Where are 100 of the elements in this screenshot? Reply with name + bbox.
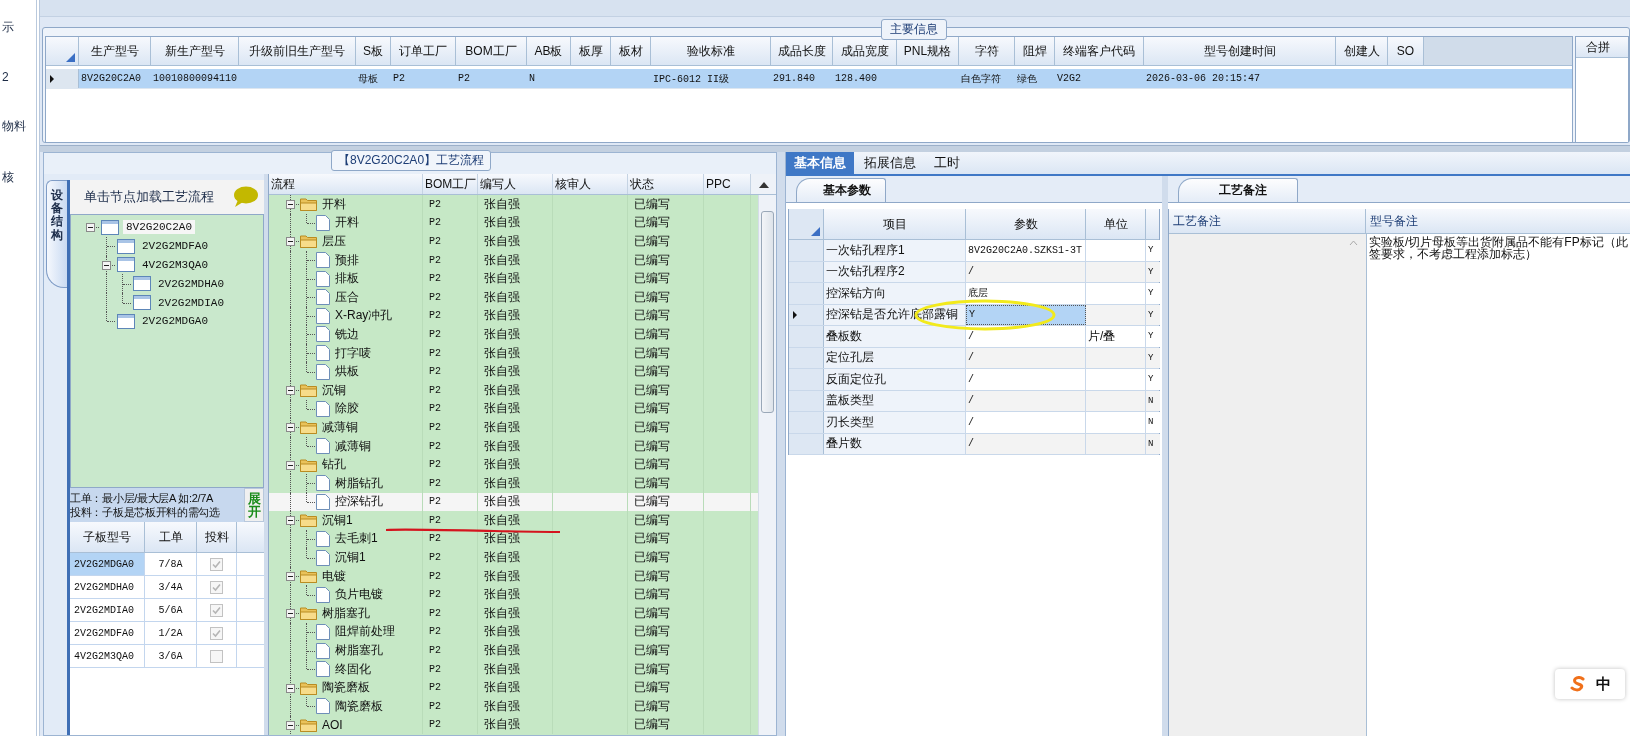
column-header[interactable]: 投料 <box>197 522 237 552</box>
tree-node[interactable]: 8V2G20C2A0 <box>123 220 195 235</box>
table-cell[interactable]: / <box>966 261 1086 282</box>
note-field[interactable] <box>1169 234 1367 736</box>
menu-item[interactable]: 核 <box>2 169 36 186</box>
process-row[interactable]: 控深钻孔 P2 张自强 已编写 <box>269 492 758 512</box>
column-header[interactable]: 流程 <box>269 174 423 194</box>
process-row[interactable]: 陶瓷磨板 P2 张自强 已编写 <box>269 697 758 716</box>
column-header[interactable]: 状态 <box>628 174 704 194</box>
tree-node[interactable]: 2V2G2MDFA0 <box>139 239 211 254</box>
tab[interactable]: 基本参数 <box>796 178 886 202</box>
table-cell[interactable]: / <box>966 369 1086 390</box>
table-cell[interactable]: 底层 <box>966 283 1086 304</box>
collapse-toggle[interactable] <box>286 423 295 433</box>
table-cell[interactable]: 4V2G2M3QA0 <box>70 645 145 667</box>
process-row[interactable]: 铣边 P2 张自强 已编写 <box>269 325 758 344</box>
column-header[interactable]: AB板 <box>527 37 571 65</box>
checkbox[interactable] <box>210 580 223 594</box>
table-cell[interactable]: / <box>966 412 1086 433</box>
column-header[interactable]: 订单工厂 <box>391 37 456 65</box>
table-cell[interactable]: / <box>966 433 1086 454</box>
param-row[interactable]: 反面定位孔 / Y <box>789 369 1159 391</box>
tab[interactable]: 工时 <box>926 152 968 174</box>
collapse-toggle[interactable] <box>286 200 295 210</box>
menu-item[interactable]: 2 <box>2 70 36 84</box>
process-row[interactable]: 开料 P2 张自强 已编写 <box>269 195 758 214</box>
table-cell[interactable]: / <box>966 390 1086 411</box>
tree-node[interactable]: 2V2G2MDIA0 <box>155 295 227 310</box>
column-header[interactable]: 型号备注 <box>1366 209 1630 233</box>
column-header[interactable]: 板厚 <box>571 37 611 65</box>
process-row[interactable]: 陶瓷磨板 P2 张自强 已编写 <box>269 678 758 698</box>
scrollbar[interactable] <box>758 195 776 735</box>
scroll-up-icon[interactable] <box>758 180 769 188</box>
process-row[interactable]: 除胶 P2 张自强 已编写 <box>269 399 758 419</box>
collapse-toggle[interactable] <box>286 609 295 619</box>
collapse-toggle[interactable] <box>286 516 295 526</box>
collapse-toggle[interactable] <box>286 683 295 693</box>
process-row[interactable]: 烘板 P2 张自强 已编写 <box>269 362 758 381</box>
process-row[interactable]: 沉铜 P2 张自强 已编写 <box>269 380 758 400</box>
table-cell[interactable]: 2V2G2MDHA0 <box>70 576 145 598</box>
table-cell[interactable]: / <box>966 326 1086 347</box>
checkbox[interactable] <box>210 603 223 617</box>
grid-row[interactable]: 8V2G20C2A0 10010800094110 母板 P2 P2 N IPC-6012 II级 291.840 128.400 白色字符 绿色 V2G2 2026-03-06 20:15:47 <box>46 69 1572 89</box>
process-row[interactable]: AOI P2 张自强 已编写 <box>269 715 758 735</box>
collapse-toggle[interactable] <box>86 223 95 233</box>
menu-item[interactable]: 示 <box>2 19 36 36</box>
tree-node[interactable]: 2V2G2MDGA0 <box>139 314 211 329</box>
menu-item[interactable]: 物料 <box>2 118 36 135</box>
scroll-thumb[interactable] <box>761 211 774 413</box>
side-tab[interactable]: 设备结构 <box>46 180 67 288</box>
input-method-indicator[interactable]: 中 <box>1555 669 1625 699</box>
process-row[interactable]: 减薄铜 P2 张自强 已编写 <box>269 418 758 437</box>
collapse-toggle[interactable] <box>286 572 295 582</box>
column-header[interactable]: 项目 <box>824 209 966 239</box>
process-row[interactable]: 排板 P2 张自强 已编写 <box>269 269 758 288</box>
table-cell[interactable]: 2V2G2MDGA0 <box>70 553 145 575</box>
param-row[interactable]: 一次钻孔程序2 / Y <box>789 261 1159 283</box>
column-header[interactable]: 字符 <box>959 37 1015 65</box>
column-header[interactable]: 子板型号 <box>70 522 145 552</box>
column-header[interactable]: 板材 <box>611 37 651 65</box>
process-row[interactable]: 电镀 P2 张自强 已编写 <box>269 566 758 586</box>
param-row[interactable]: 盖板类型 / N <box>789 390 1159 412</box>
checkbox[interactable] <box>210 649 223 663</box>
column-header[interactable]: 创建人 <box>1336 37 1388 65</box>
column-header[interactable]: 型号创建时间 <box>1144 37 1336 65</box>
process-row[interactable]: 终固化 P2 张自强 已编写 <box>269 659 758 679</box>
param-row[interactable]: 一次钻孔程序1 8V2G20C2A0.SZKS1-3T Y <box>789 240 1159 262</box>
process-row[interactable]: 压合 P2 张自强 已编写 <box>269 287 758 307</box>
process-row[interactable]: 减薄铜 P2 张自强 已编写 <box>269 436 758 456</box>
column-header[interactable]: S板 <box>356 37 391 65</box>
process-row[interactable]: 去毛刺1 P2 张自强 已编写 <box>269 529 758 549</box>
tree-node[interactable]: 2V2G2MDHA0 <box>155 276 227 291</box>
column-header[interactable]: 参数 <box>966 209 1086 239</box>
column-header[interactable]: BOM工厂 <box>456 37 527 65</box>
column-header[interactable]: 核审人 <box>553 174 628 194</box>
column-header[interactable]: 编写人 <box>478 174 553 194</box>
column-header[interactable]: 生产型号 <box>79 37 151 65</box>
process-row[interactable]: 沉铜1 P2 张自强 已编写 <box>269 511 758 530</box>
column-header[interactable]: 工艺备注 <box>1169 209 1366 233</box>
column-header[interactable]: 工单 <box>145 522 197 552</box>
process-row[interactable]: 层压 P2 张自强 已编写 <box>269 232 758 251</box>
param-row[interactable]: 控深钻方向 底层 Y <box>789 283 1159 305</box>
column-header[interactable]: 阻焊 <box>1015 37 1055 65</box>
process-row[interactable]: 树脂塞孔 P2 张自强 已编写 <box>269 604 758 623</box>
param-row[interactable]: 定位孔层 / Y <box>789 347 1159 369</box>
column-header[interactable]: 成品长度 <box>771 37 833 65</box>
column-header[interactable]: 终端客户代码 <box>1055 37 1144 65</box>
process-row[interactable]: 开料 P2 张自强 已编写 <box>269 213 758 233</box>
table-cell[interactable]: 2V2G2MDFA0 <box>70 622 145 644</box>
process-row[interactable]: 预排 P2 张自强 已编写 <box>269 250 758 270</box>
table-cell[interactable]: 8V2G20C2A0.SZKS1-3T <box>966 240 1086 261</box>
process-row[interactable]: X-Ray冲孔 P2 张自强 已编写 <box>269 306 758 326</box>
column-header[interactable]: 验收标准 <box>651 37 771 65</box>
param-row[interactable]: 叠板数 / 片/叠 Y <box>789 326 1159 348</box>
process-row[interactable]: 树脂钻孔 P2 张自强 已编写 <box>269 473 758 493</box>
tree-node[interactable]: 4V2G2M3QA0 <box>139 258 211 272</box>
collapse-toggle[interactable] <box>286 237 295 247</box>
process-row[interactable]: 沉铜1 P2 张自强 已编写 <box>269 548 758 567</box>
checkbox[interactable] <box>210 626 223 640</box>
param-row[interactable]: 刃长类型 / N <box>789 412 1159 434</box>
